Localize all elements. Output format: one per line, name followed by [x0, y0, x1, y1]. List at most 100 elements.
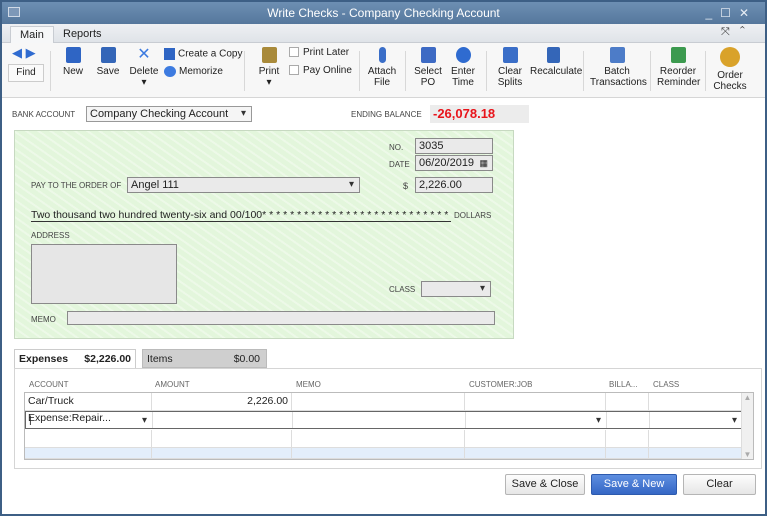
- cell-account[interactable]: Car/Truck Expense:Repair...: [25, 393, 152, 424]
- pay-online-label: Pay Online: [303, 65, 352, 76]
- table-row[interactable]: [25, 448, 742, 459]
- next-arrow-icon[interactable]: ▶: [26, 45, 36, 60]
- create-copy-label: Create a Copy: [178, 48, 243, 60]
- reorder-icon: [670, 47, 686, 63]
- recalculate-label: Recalculate: [530, 66, 583, 77]
- expenses-grid: ACCOUNT AMOUNT MEMO CUSTOMER:JOB BILLA..…: [14, 368, 762, 469]
- new-icon: [65, 47, 81, 63]
- clear-splits-label: Clear Splits: [497, 66, 523, 88]
- printer-icon: [261, 47, 277, 63]
- batch-transactions-button[interactable]: Batch Transactions: [590, 47, 647, 88]
- toolbar: ◀ ▶ Find New Save ✕ Delete ▾ Create a Copy…: [2, 43, 765, 98]
- tab-main[interactable]: Main: [10, 26, 54, 43]
- order-checks-icon: [720, 47, 740, 67]
- create-copy-button[interactable]: Create a Copy: [164, 48, 242, 60]
- bank-account-select[interactable]: Company Checking Account: [86, 106, 252, 122]
- memorize-label: Memorize: [179, 66, 223, 78]
- collapse-ribbon-icon[interactable]: ⌃: [740, 26, 755, 38]
- save-button[interactable]: Save: [95, 47, 121, 77]
- expand-icon[interactable]: ⤧: [721, 26, 740, 38]
- stopwatch-icon: [455, 47, 471, 63]
- memo-field[interactable]: [67, 311, 495, 325]
- write-checks-window: Write Checks - Company Checking Account …: [0, 0, 767, 516]
- close-icon[interactable]: ✕: [739, 6, 757, 20]
- header-amount: AMOUNT: [155, 380, 190, 389]
- header-account: ACCOUNT: [29, 380, 69, 389]
- new-button[interactable]: New: [60, 47, 86, 77]
- print-later-label: Print Later: [303, 47, 350, 58]
- amount-field[interactable]: 2,226.00: [415, 177, 493, 193]
- clear-button[interactable]: Clear: [683, 474, 756, 495]
- previous-arrow-icon[interactable]: ◀: [12, 45, 22, 60]
- grid-scrollbar[interactable]: ▲ ▼: [741, 393, 753, 459]
- payee-select[interactable]: Angel 111: [127, 177, 360, 193]
- scroll-up-icon[interactable]: ▲: [742, 393, 753, 402]
- address-field[interactable]: [31, 244, 177, 304]
- save-new-button[interactable]: Save & New: [591, 474, 677, 495]
- cell-memo[interactable]: [293, 412, 466, 428]
- window-title: Write Checks - Company Checking Account: [267, 6, 500, 20]
- print-button[interactable]: Print ▾: [257, 47, 281, 88]
- order-checks-button[interactable]: Order Checks: [710, 47, 750, 92]
- minimize-icon[interactable]: _: [705, 6, 720, 20]
- table-row-active[interactable]: |: [25, 411, 742, 429]
- title-bar: Write Checks - Company Checking Account …: [2, 2, 765, 24]
- recalculate-button[interactable]: Recalculate: [530, 47, 582, 77]
- delete-label: Delete: [129, 66, 159, 77]
- save-label: Save: [96, 66, 120, 77]
- select-po-button[interactable]: Select PO: [414, 47, 442, 88]
- memorize-button[interactable]: Memorize: [164, 66, 223, 77]
- print-label: Print: [258, 66, 280, 77]
- paperclip-icon: [378, 47, 386, 63]
- tab-items[interactable]: Items $0.00: [142, 349, 267, 368]
- table-row[interactable]: Car/Truck Expense:Repair... 2,226.00: [25, 393, 742, 424]
- find-button[interactable]: Find: [8, 64, 44, 82]
- system-menu-icon[interactable]: [8, 7, 20, 17]
- ending-balance-label: Ending Balance: [351, 110, 422, 119]
- header-billable: BILLA...: [609, 380, 638, 389]
- save-close-button[interactable]: Save & Close: [505, 474, 585, 495]
- cell-billable[interactable]: [607, 412, 650, 428]
- customer-job-select[interactable]: [466, 412, 607, 429]
- reorder-reminder-button[interactable]: Reorder Reminder: [657, 47, 700, 88]
- memo-label: Memo: [31, 315, 56, 324]
- enter-time-label: Enter Time: [451, 66, 475, 88]
- cell-amount[interactable]: [153, 412, 293, 428]
- table-row[interactable]: [25, 430, 742, 448]
- expenses-label: Expenses: [19, 353, 69, 365]
- account-select[interactable]: |: [26, 412, 153, 429]
- check-no-label: No.: [389, 143, 404, 152]
- check-form: No. 3035 Date 06/20/2019 ▦ Pay to the Ord…: [14, 130, 514, 339]
- cell-customer-job[interactable]: [465, 393, 606, 410]
- class-label: Class: [389, 285, 416, 294]
- maximize-icon[interactable]: ☐: [720, 6, 739, 20]
- class-cell-select[interactable]: [650, 412, 742, 429]
- pay-online-checkbox[interactable]: Pay Online: [289, 65, 352, 76]
- attach-file-button[interactable]: Attach File: [367, 47, 397, 88]
- clear-splits-button[interactable]: Clear Splits: [496, 47, 524, 88]
- dollars-label: Dollars: [454, 211, 492, 220]
- enter-time-button[interactable]: Enter Time: [450, 47, 476, 88]
- tab-reports[interactable]: Reports: [54, 26, 111, 43]
- scroll-down-icon[interactable]: ▼: [742, 450, 753, 459]
- new-label: New: [62, 66, 83, 77]
- delete-button[interactable]: ✕ Delete ▾: [129, 46, 159, 89]
- check-number-field[interactable]: 3035: [415, 138, 493, 154]
- save-icon: [100, 47, 116, 63]
- pay-to-label: Pay to the Order of: [31, 181, 122, 190]
- cell-amount[interactable]: 2,226.00: [152, 393, 292, 410]
- delete-x-icon: ✕: [137, 46, 151, 63]
- items-label: Items: [147, 353, 173, 365]
- tab-expenses[interactable]: Expenses $2,226.00: [14, 349, 136, 368]
- batch-icon: [609, 47, 625, 63]
- batch-transactions-label: Batch Transactions: [590, 66, 647, 88]
- calendar-icon[interactable]: ▦: [479, 156, 488, 170]
- cell-billable[interactable]: [606, 393, 649, 410]
- items-total: $0.00: [233, 353, 260, 365]
- clear-splits-icon: [502, 47, 518, 63]
- date-label: Date: [389, 160, 410, 169]
- print-later-checkbox[interactable]: Print Later: [289, 47, 349, 58]
- date-field[interactable]: 06/20/2019 ▦: [415, 155, 493, 171]
- cell-memo[interactable]: [292, 393, 465, 410]
- class-select[interactable]: [421, 281, 491, 297]
